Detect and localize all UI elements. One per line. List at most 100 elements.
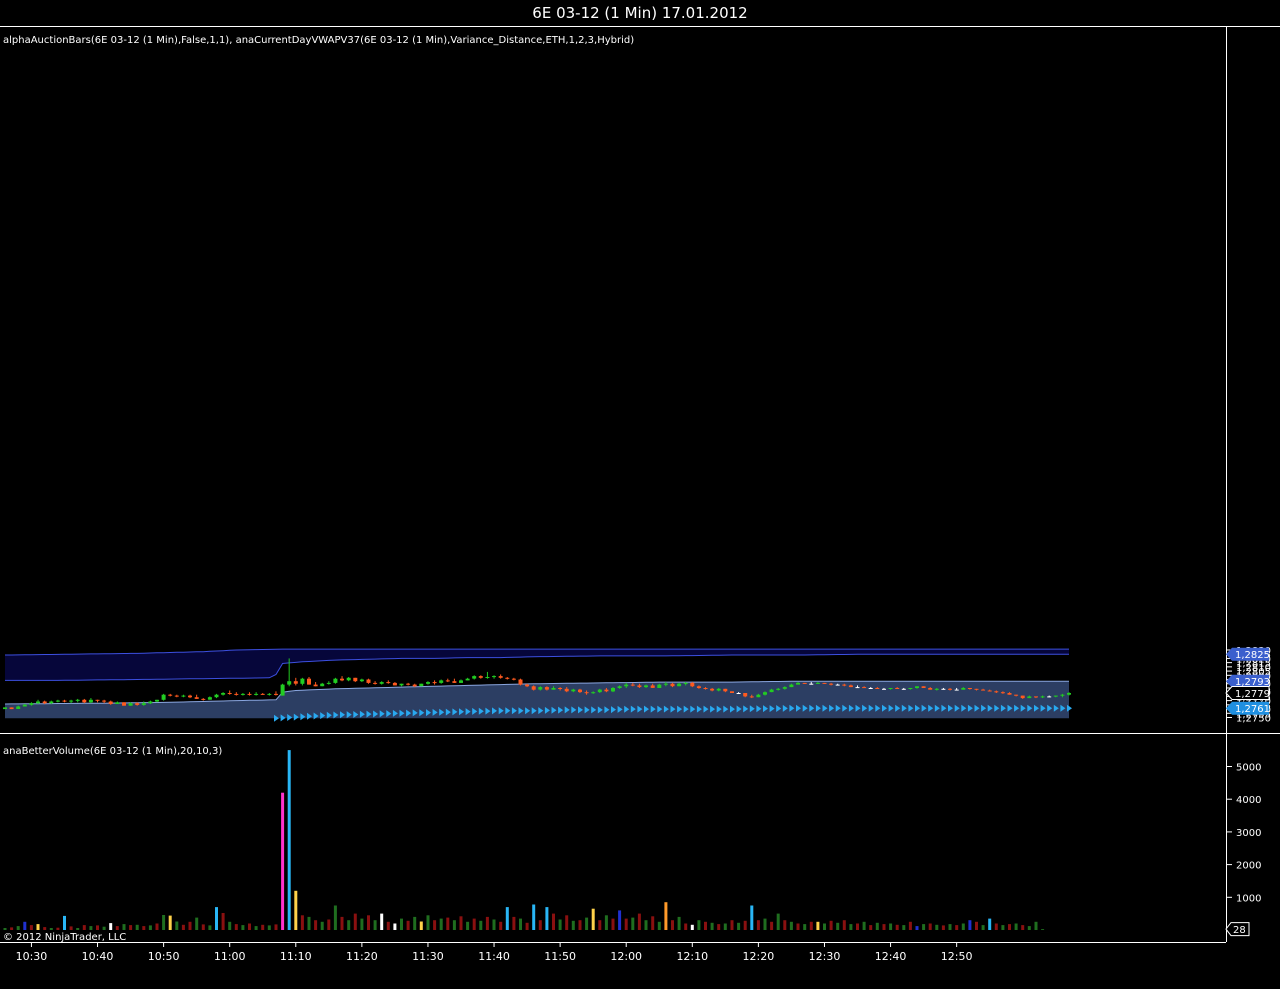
volume-bar bbox=[367, 915, 370, 930]
volume-bar bbox=[671, 920, 674, 930]
volume-bar bbox=[783, 920, 787, 930]
volume-bar bbox=[63, 915, 66, 930]
volume-bar bbox=[710, 922, 714, 930]
candle-body bbox=[848, 685, 853, 688]
volume-bars[interactable] bbox=[3, 750, 1045, 930]
volume-bar bbox=[29, 925, 33, 930]
candle-body bbox=[855, 687, 860, 689]
candle-body bbox=[22, 704, 27, 707]
volume-bar bbox=[571, 920, 575, 930]
price-flag-label: 1,2825 bbox=[1235, 650, 1270, 661]
candle-body bbox=[1060, 694, 1065, 696]
candle-body bbox=[663, 683, 668, 685]
volume-bar bbox=[300, 915, 304, 930]
candle-body bbox=[749, 696, 754, 698]
candle-body bbox=[234, 693, 239, 695]
volume-bar bbox=[215, 907, 218, 930]
candle-body bbox=[3, 707, 7, 710]
volume-bar bbox=[512, 916, 516, 930]
time-tick-label: 11:00 bbox=[214, 950, 246, 963]
volume-bar bbox=[717, 924, 721, 930]
candle-body bbox=[399, 683, 404, 686]
volume-bar bbox=[16, 926, 20, 930]
candle-body bbox=[379, 682, 384, 684]
candle-body bbox=[670, 683, 675, 687]
candle-body bbox=[875, 688, 880, 689]
volume-bar bbox=[756, 920, 760, 930]
volume-bar bbox=[856, 923, 859, 930]
volume-bar bbox=[314, 920, 318, 930]
candle-body bbox=[320, 683, 325, 687]
volume-tick-label: 1000 bbox=[1236, 893, 1261, 904]
volume-bar bbox=[267, 925, 271, 930]
volume-bar bbox=[69, 926, 73, 930]
volume-bar bbox=[763, 918, 767, 930]
volume-bar bbox=[459, 916, 463, 930]
volume-bar bbox=[162, 915, 166, 930]
candle-body bbox=[690, 682, 695, 687]
candle-body bbox=[227, 693, 232, 694]
volume-bar bbox=[208, 925, 212, 930]
volume-bar bbox=[472, 918, 476, 930]
candle-body bbox=[135, 703, 140, 705]
candle-body bbox=[551, 688, 556, 690]
volume-bar bbox=[188, 921, 192, 930]
time-tick-label: 12:30 bbox=[809, 950, 841, 963]
price-flag-label: 1,2761 bbox=[1235, 704, 1270, 715]
candle-body bbox=[406, 683, 411, 685]
volume-bar bbox=[115, 926, 119, 930]
time-tick-label: 12:50 bbox=[941, 950, 973, 963]
volume-bar bbox=[697, 920, 701, 930]
candle-body bbox=[82, 699, 87, 703]
volume-bar bbox=[82, 925, 86, 930]
candle-body bbox=[333, 678, 338, 683]
candle-body bbox=[796, 682, 800, 685]
volume-bar bbox=[234, 924, 238, 930]
candle-body bbox=[967, 688, 972, 689]
volume-bar bbox=[737, 922, 741, 930]
volume-bar bbox=[902, 925, 906, 930]
volume-bar bbox=[1027, 926, 1031, 930]
volume-tick-label: 2000 bbox=[1236, 861, 1261, 872]
candle-body bbox=[736, 693, 741, 694]
volume-bar bbox=[333, 905, 337, 930]
volume-bar bbox=[776, 913, 780, 930]
volume-bar bbox=[499, 921, 503, 930]
candle-body bbox=[895, 688, 900, 689]
candle-body bbox=[716, 688, 721, 691]
candle-body bbox=[9, 707, 14, 710]
volume-bar bbox=[307, 916, 311, 930]
candle-body bbox=[280, 684, 285, 696]
volume-bar bbox=[1034, 921, 1038, 930]
candle-body bbox=[630, 684, 635, 686]
candle-body bbox=[168, 694, 173, 696]
candle-body bbox=[987, 690, 992, 692]
candle-body bbox=[934, 688, 939, 690]
candle-body bbox=[723, 688, 728, 692]
candle-body bbox=[538, 687, 543, 690]
candle-body bbox=[478, 676, 483, 678]
volume-tick-label: 3000 bbox=[1236, 828, 1261, 839]
price-flag-label: 1,2779 bbox=[1235, 689, 1270, 700]
chart-canvas[interactable]: 1,28301,28251,28201,28151,28101,28051,28… bbox=[0, 0, 1280, 989]
candle-body bbox=[287, 681, 292, 685]
candle-body bbox=[954, 689, 959, 691]
volume-bar bbox=[400, 918, 403, 930]
candle-body bbox=[207, 697, 212, 700]
volume-bar bbox=[320, 921, 324, 930]
candle-body bbox=[492, 676, 496, 678]
volume-bar bbox=[532, 904, 536, 930]
volume-bar bbox=[988, 918, 992, 930]
volume-bar bbox=[413, 916, 417, 930]
time-tick-label: 11:30 bbox=[412, 950, 444, 963]
candle-body bbox=[822, 682, 827, 684]
candle-body bbox=[419, 683, 424, 687]
volume-bar bbox=[631, 917, 635, 930]
volume-bar bbox=[479, 920, 483, 930]
volume-bar bbox=[1014, 923, 1018, 930]
candle-body bbox=[55, 700, 60, 702]
candle-body bbox=[604, 689, 609, 692]
candle-body bbox=[174, 695, 179, 697]
volume-bar bbox=[558, 919, 562, 930]
volume-bar bbox=[148, 925, 152, 930]
